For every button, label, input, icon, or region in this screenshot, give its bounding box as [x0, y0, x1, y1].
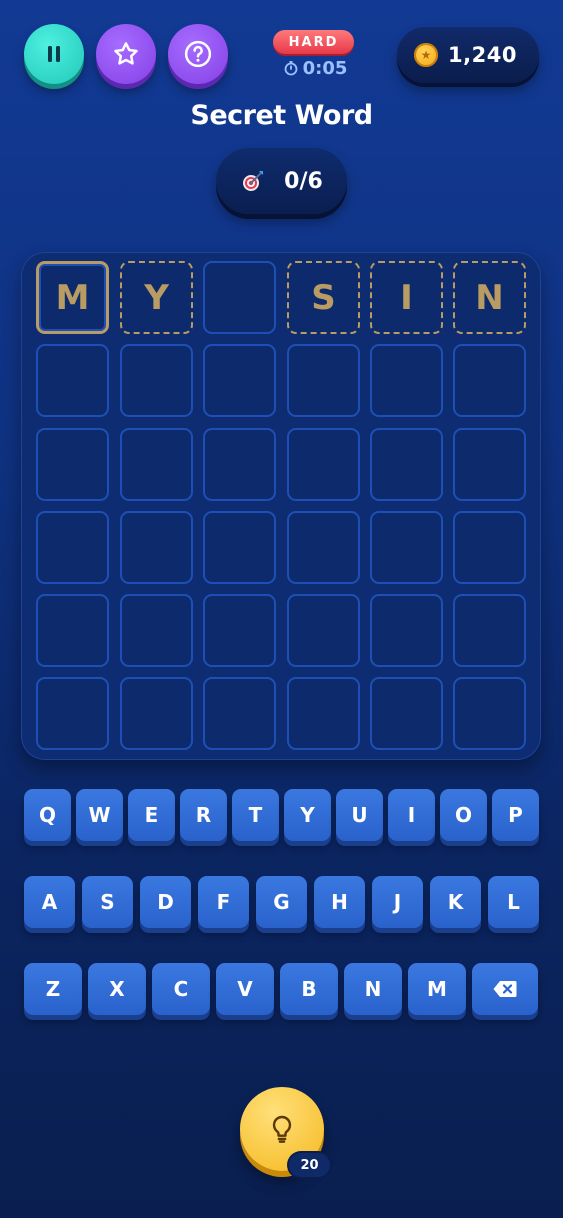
board-tile[interactable]: [120, 594, 193, 667]
board-tile[interactable]: [203, 344, 276, 417]
board-tile[interactable]: [203, 428, 276, 501]
key-y[interactable]: Y: [284, 789, 331, 841]
board-tile[interactable]: [453, 344, 526, 417]
key-p[interactable]: P: [492, 789, 539, 841]
board-tile[interactable]: [453, 428, 526, 501]
key-t[interactable]: T: [232, 789, 279, 841]
board-tile[interactable]: Y: [120, 261, 193, 334]
key-j[interactable]: J: [372, 876, 423, 928]
board-tile[interactable]: [203, 677, 276, 750]
board-tile[interactable]: [203, 511, 276, 584]
key-x[interactable]: X: [88, 963, 146, 1015]
star-icon: [114, 42, 138, 65]
stopwatch-icon: [284, 61, 298, 76]
board-tile[interactable]: [370, 677, 443, 750]
page-title: Secret Word: [190, 100, 373, 131]
board-tile[interactable]: [287, 428, 360, 501]
board-tile[interactable]: N: [453, 261, 526, 334]
board-tile[interactable]: [36, 594, 109, 667]
difficulty-badge: HARD: [273, 30, 354, 54]
pause-icon: [48, 46, 60, 62]
board-tile[interactable]: [120, 344, 193, 417]
key-f[interactable]: F: [198, 876, 249, 928]
board-tile[interactable]: [36, 428, 109, 501]
key-c[interactable]: C: [152, 963, 210, 1015]
key-e[interactable]: E: [128, 789, 175, 841]
key-b[interactable]: B: [280, 963, 338, 1015]
board-tile[interactable]: [287, 594, 360, 667]
board-tile[interactable]: [36, 677, 109, 750]
help-button[interactable]: [168, 24, 228, 84]
attempts-counter: 0/6: [216, 148, 347, 214]
board-tile[interactable]: [36, 511, 109, 584]
key-g[interactable]: G: [256, 876, 307, 928]
timer-value: 0:05: [302, 57, 348, 79]
board-tile[interactable]: [370, 344, 443, 417]
board-tile[interactable]: [287, 511, 360, 584]
key-r[interactable]: R: [180, 789, 227, 841]
letter-board: MY SIN: [21, 252, 541, 760]
board-tile[interactable]: [453, 511, 526, 584]
backspace-key[interactable]: [472, 963, 538, 1015]
lightbulb-icon: [272, 1115, 292, 1143]
board-tile[interactable]: M: [36, 261, 109, 334]
key-l[interactable]: L: [488, 876, 539, 928]
favorites-button[interactable]: [96, 24, 156, 84]
key-z[interactable]: Z: [24, 963, 82, 1015]
board-tile[interactable]: [203, 594, 276, 667]
board-tile[interactable]: [203, 261, 276, 334]
key-h[interactable]: H: [314, 876, 365, 928]
timer: 0:05: [277, 56, 353, 80]
question-circle-icon: [184, 40, 212, 68]
board-tile[interactable]: [120, 428, 193, 501]
attempts-value: 0/6: [284, 168, 323, 194]
board-tile[interactable]: [370, 511, 443, 584]
board-tile[interactable]: [120, 677, 193, 750]
backspace-icon: [493, 981, 517, 997]
board-tile[interactable]: S: [287, 261, 360, 334]
coin-icon: ★: [414, 43, 438, 67]
pause-button[interactable]: [24, 24, 84, 84]
key-k[interactable]: K: [430, 876, 481, 928]
key-o[interactable]: O: [440, 789, 487, 841]
board-tile[interactable]: [370, 428, 443, 501]
board-tile[interactable]: I: [370, 261, 443, 334]
target-dart-icon: [243, 171, 264, 191]
key-u[interactable]: U: [336, 789, 383, 841]
board-tile[interactable]: [287, 344, 360, 417]
coin-amount: 1,240: [448, 43, 517, 67]
coin-balance[interactable]: ★ 1,240: [397, 27, 539, 83]
key-d[interactable]: D: [140, 876, 191, 928]
key-w[interactable]: W: [76, 789, 123, 841]
board-tile[interactable]: [36, 344, 109, 417]
key-s[interactable]: S: [82, 876, 133, 928]
key-v[interactable]: V: [216, 963, 274, 1015]
key-i[interactable]: I: [388, 789, 435, 841]
board-tile[interactable]: [120, 511, 193, 584]
board-tile[interactable]: [287, 677, 360, 750]
key-a[interactable]: A: [24, 876, 75, 928]
board-tile[interactable]: [453, 677, 526, 750]
key-q[interactable]: Q: [24, 789, 71, 841]
board-tile[interactable]: [370, 594, 443, 667]
board-tile[interactable]: [453, 594, 526, 667]
key-m[interactable]: M: [408, 963, 466, 1015]
key-n[interactable]: N: [344, 963, 402, 1015]
hint-cost-badge: 20: [289, 1153, 330, 1177]
